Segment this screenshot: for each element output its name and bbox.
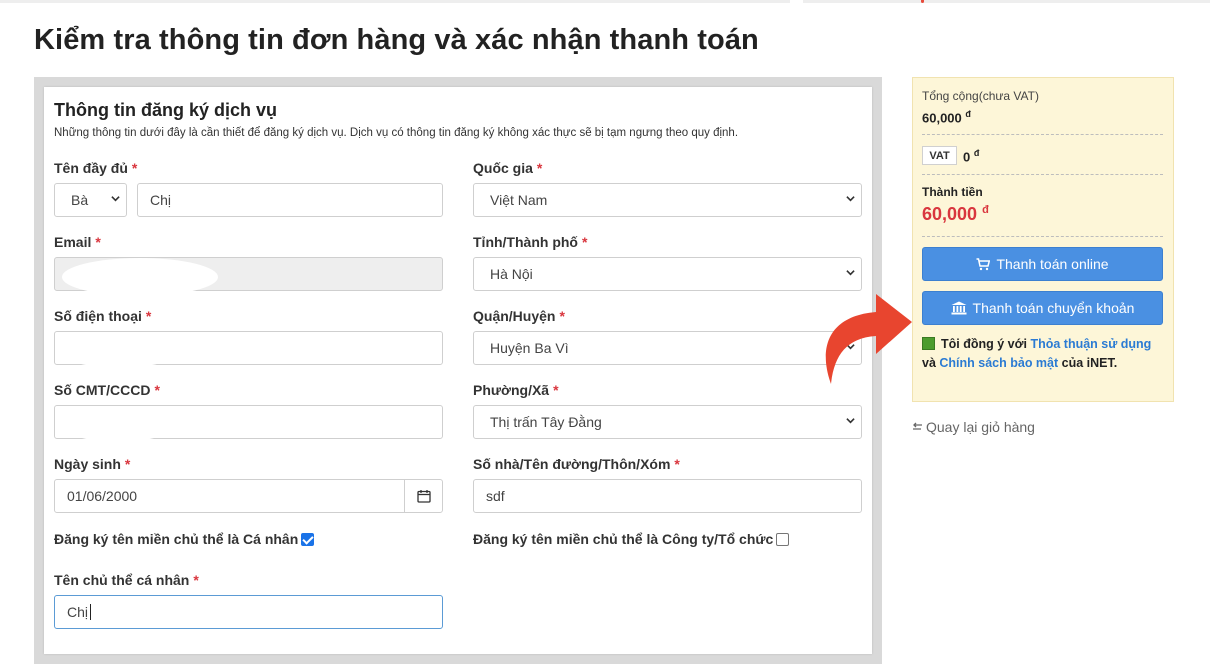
vat-value: 0 đ — [963, 148, 980, 165]
top-divider-left — [0, 0, 790, 3]
chevron-down-icon — [111, 196, 120, 202]
vat-badge: VAT — [922, 146, 957, 165]
chevron-down-icon — [846, 196, 855, 202]
province-select[interactable]: Hà Nội — [473, 257, 862, 291]
redaction-blob — [62, 258, 218, 296]
top-marker — [921, 0, 924, 3]
bank-icon — [951, 301, 967, 315]
summary-divider — [922, 236, 1163, 237]
summary-divider — [922, 134, 1163, 135]
redaction-blob — [62, 336, 176, 368]
country-label: Quốc gia * — [473, 160, 543, 176]
chevron-down-icon — [846, 418, 855, 424]
salutation-select[interactable]: Bà — [54, 183, 127, 217]
company-domain-checkbox[interactable] — [776, 532, 790, 546]
ward-select[interactable]: Thị trấn Tây Đằng — [473, 405, 862, 439]
street-label: Số nhà/Tên đường/Thôn/Xóm * — [473, 456, 680, 472]
redaction-blob — [62, 408, 174, 442]
pay-online-button[interactable]: Thanh toán online — [922, 247, 1163, 281]
owner-name-label: Tên chủ thể cá nhân * — [54, 572, 199, 588]
top-divider-right — [803, 0, 1210, 3]
annotation-arrow-icon — [825, 294, 912, 384]
owner-name-input[interactable]: Chị — [54, 595, 443, 629]
street-input[interactable]: sdf — [473, 479, 862, 513]
back-to-cart-link[interactable]: Quay lại giỏ hàng — [912, 419, 1035, 435]
fullname-label: Tên đầy đủ * — [54, 160, 138, 176]
form-title: Thông tin đăng ký dịch vụ — [54, 100, 277, 120]
calendar-button[interactable] — [404, 480, 442, 512]
id-card-label: Số CMT/CCCD * — [54, 382, 160, 398]
personal-domain-checkbox[interactable] — [301, 532, 315, 546]
subtotal-value: 60,000 đ — [922, 109, 971, 126]
terms-link[interactable]: Thỏa thuận sử dụng — [1030, 337, 1151, 351]
district-select[interactable]: Huyện Ba Vì — [473, 331, 862, 365]
privacy-link[interactable]: Chính sách bảo mật — [939, 356, 1058, 370]
registration-form — [44, 87, 872, 654]
text-caret — [90, 604, 92, 620]
form-description: Những thông tin dưới đây là cần thiết để… — [54, 127, 739, 139]
district-label: Quận/Huyện * — [473, 308, 565, 324]
total-label: Thành tiền — [922, 185, 983, 199]
cart-icon — [976, 257, 991, 270]
page-title: Kiểm tra thông tin đơn hàng và xác nhận … — [34, 24, 759, 56]
return-icon — [913, 422, 922, 430]
ward-label: Phường/Xã * — [473, 382, 559, 398]
total-value: 60,000 đ — [922, 204, 989, 224]
personal-domain-row: Đăng ký tên miền chủ thể là Cá nhân — [54, 531, 315, 547]
fullname-input[interactable]: Chị — [137, 183, 443, 217]
terms-agreement: Tôi đồng ý với Thỏa thuận sử dụng và Chí… — [922, 337, 1152, 370]
summary-divider — [922, 174, 1163, 175]
company-domain-row: Đăng ký tên miền chủ thể là Công ty/Tổ c… — [473, 531, 790, 547]
birthday-input[interactable]: 01/06/2000 — [54, 479, 443, 513]
calendar-icon — [416, 490, 431, 503]
birthday-label: Ngày sinh * — [54, 456, 131, 472]
subtotal-label: Tổng cộng(chưa VAT) — [922, 89, 1039, 103]
phone-label: Số điện thoại * — [54, 308, 152, 324]
country-select[interactable]: Việt Nam — [473, 183, 862, 217]
email-label: Email * — [54, 234, 101, 250]
province-label: Tỉnh/Thành phố * — [473, 234, 588, 250]
pay-transfer-button[interactable]: Thanh toán chuyển khoản — [922, 291, 1163, 325]
agree-checkbox[interactable] — [922, 337, 935, 350]
